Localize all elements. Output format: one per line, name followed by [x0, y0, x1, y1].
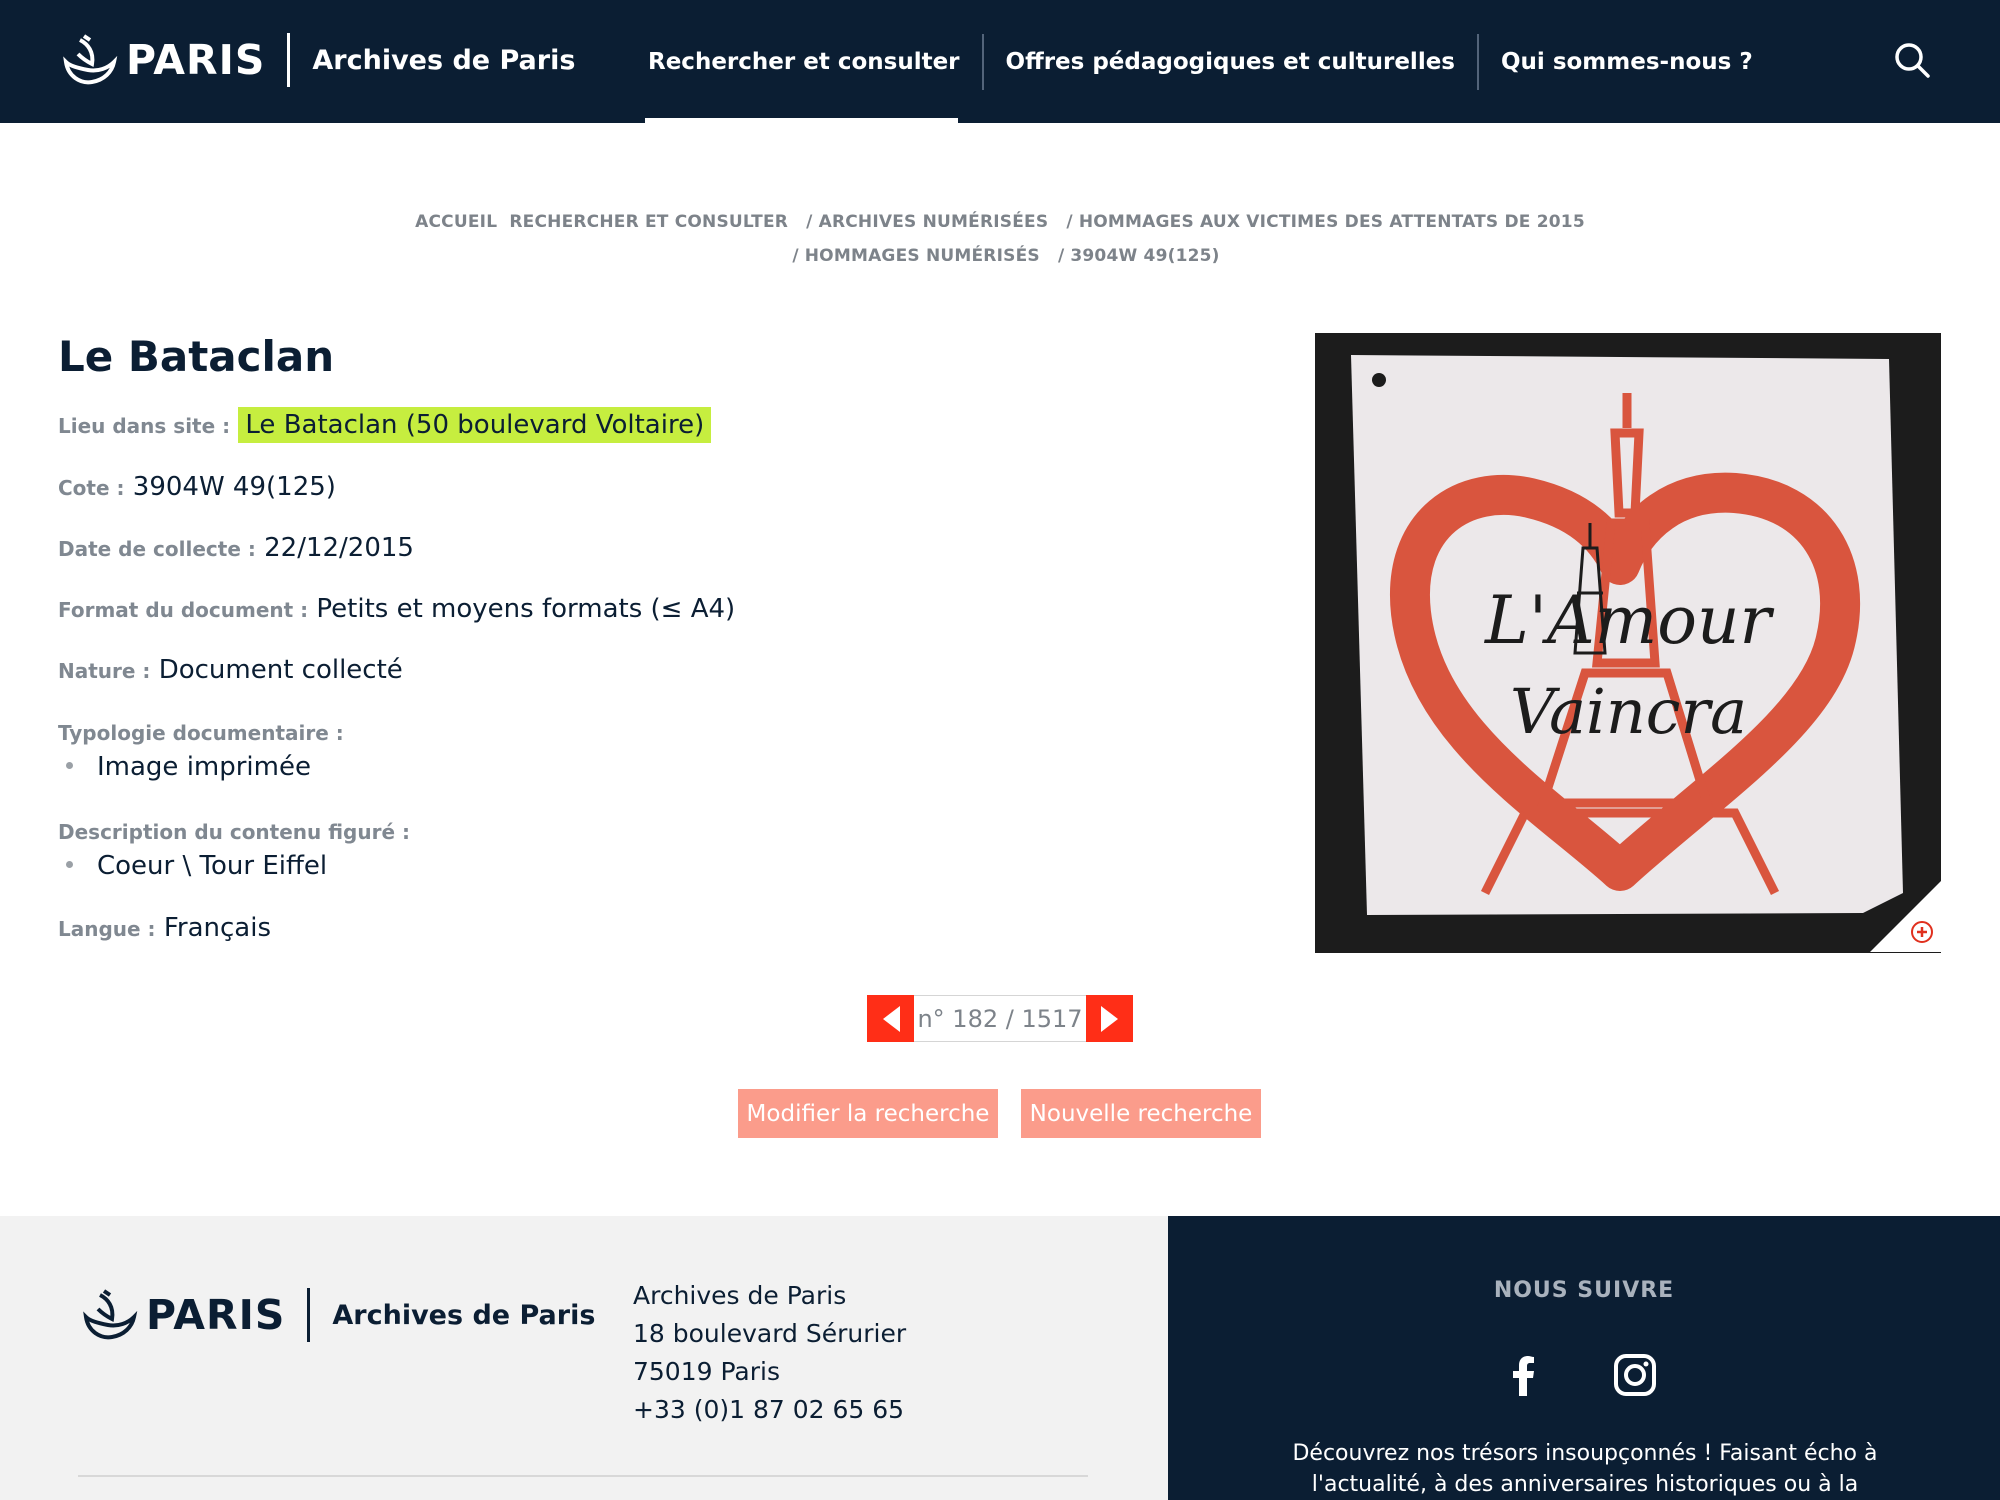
- field-langue-label: Langue :: [58, 917, 156, 941]
- field-date-value: 22/12/2015: [264, 533, 414, 563]
- site-logo[interactable]: PARIS Archives de Paris: [58, 30, 575, 90]
- breadcrumb-separator: /: [1066, 212, 1073, 232]
- facebook-icon[interactable]: [1501, 1352, 1547, 1398]
- footer-divider: [78, 1475, 1088, 1477]
- record-counter: n° 182 / 1517: [914, 995, 1086, 1042]
- field-cote: Cote : 3904W 49(125): [58, 472, 336, 502]
- field-lieu-value[interactable]: Le Bataclan (50 boulevard Voltaire): [238, 407, 712, 443]
- logo-site-name: Archives de Paris: [312, 44, 576, 76]
- breadcrumb-separator: /: [1057, 246, 1065, 266]
- paris-boat-icon: [83, 1289, 138, 1340]
- breadcrumb-hommages-victimes[interactable]: HOMMAGES AUX VICTIMES DES ATTENTATS DE 2…: [1079, 212, 1585, 232]
- zoom-icon[interactable]: [1870, 880, 1942, 952]
- field-lieu: Lieu dans site : Le Bataclan (50 bouleva…: [58, 407, 712, 443]
- nav-item-rechercher[interactable]: Rechercher et consulter: [626, 0, 982, 123]
- nav-item-qui-sommes-nous[interactable]: Qui sommes-nous ?: [1479, 0, 1775, 123]
- breadcrumb-rechercher[interactable]: RECHERCHER ET CONSULTER: [509, 212, 788, 232]
- follow-title: NOUS SUIVRE: [1493, 1278, 1675, 1303]
- breadcrumb-current: 3904W 49(125): [1070, 246, 1220, 266]
- logo-paris-text: PARIS: [126, 36, 266, 84]
- field-format-label: Format du document :: [58, 598, 309, 622]
- field-langue-value: Français: [163, 913, 271, 943]
- field-nature-value: Document collecté: [158, 655, 403, 685]
- modify-search-button[interactable]: Modifier la recherche: [738, 1089, 998, 1138]
- field-format-value: Petits et moyens formats (≤ A4): [316, 594, 736, 624]
- field-nature: Nature : Document collecté: [58, 655, 403, 685]
- typologie-item: Image imprimée: [97, 752, 311, 782]
- address-name: Archives de Paris: [633, 1281, 847, 1310]
- arrow-left-icon: [882, 1005, 900, 1032]
- list-item: Image imprimée: [66, 752, 311, 782]
- main-nav: Rechercher et consulter Offres pédagogiq…: [626, 0, 1775, 123]
- bullet-dot: [66, 861, 73, 868]
- follow-description: Découvrez nos trésors insoupçonnés ! Fai…: [1292, 1441, 1878, 1497]
- arrow-right-icon: [1100, 1005, 1118, 1032]
- previous-record-button[interactable]: [867, 995, 914, 1042]
- paris-boat-icon: [63, 34, 118, 85]
- field-format: Format du document : Petits et moyens fo…: [58, 594, 735, 624]
- handwriting-line-2: Vaincra: [1510, 675, 1747, 748]
- nav-item-offres[interactable]: Offres pédagogiques et culturelles: [984, 0, 1477, 123]
- footer-logo-site-name: Archives de Paris: [332, 1299, 596, 1331]
- breadcrumb: ACCUEIL RECHERCHER ET CONSULTER / ARCHIVE…: [0, 205, 2000, 273]
- footer-logo[interactable]: PARIS Archives de Paris: [78, 1286, 595, 1344]
- breadcrumb-archives-numerisees[interactable]: ARCHIVES NUMÉRISÉES: [819, 212, 1049, 232]
- next-record-button[interactable]: [1086, 995, 1133, 1042]
- breadcrumb-line-1: ACCUEIL RECHERCHER ET CONSULTER / ARCHIVE…: [0, 205, 2000, 239]
- site-header: PARIS Archives de Paris Rechercher et co…: [0, 0, 2000, 123]
- field-langue: Langue : Français: [58, 913, 271, 943]
- field-lieu-label: Lieu dans site :: [58, 414, 231, 438]
- field-description: Description du contenu figuré :: [58, 816, 410, 846]
- address-city: 75019 Paris: [633, 1357, 780, 1386]
- footer-contact: [0, 1216, 1168, 1500]
- footer-address: Archives de Paris 18 boulevard Sérurier …: [633, 1277, 906, 1429]
- field-date-label: Date de collecte :: [58, 537, 256, 561]
- field-date: Date de collecte : 22/12/2015: [58, 533, 414, 563]
- address-phone[interactable]: +33 (0)1 87 02 65 65: [633, 1391, 906, 1429]
- document-image[interactable]: L'Amour Vaincra: [1315, 333, 1941, 953]
- breadcrumb-hommages-numerises[interactable]: HOMMAGES NUMÉRISÉS: [805, 246, 1040, 266]
- field-description-label: Description du contenu figuré :: [58, 820, 411, 844]
- breadcrumb-line-2: / HOMMAGES NUMÉRISÉS /3904W 49(125): [0, 239, 2000, 273]
- breadcrumb-separator: /: [806, 212, 813, 232]
- list-item: Coeur \ Tour Eiffel: [66, 851, 327, 881]
- description-item: Coeur \ Tour Eiffel: [97, 851, 328, 881]
- footer-logo-paris-text: PARIS: [146, 1291, 286, 1339]
- field-typologie-label: Typologie documentaire :: [58, 721, 344, 745]
- breadcrumb-separator: /: [792, 246, 799, 266]
- new-search-button[interactable]: Nouvelle recherche: [1021, 1089, 1261, 1138]
- field-cote-value: 3904W 49(125): [132, 472, 336, 502]
- bullet-dot: [66, 762, 73, 769]
- field-cote-label: Cote :: [58, 476, 125, 500]
- search-icon[interactable]: [1892, 40, 1932, 80]
- page-title: Le Bataclan: [58, 332, 335, 381]
- handwriting-line-1: L'Amour: [1484, 582, 1774, 659]
- footer-logo-divider: [307, 1288, 311, 1342]
- record-pager: n° 182 / 1517: [867, 995, 1133, 1042]
- breadcrumb-accueil[interactable]: ACCUEIL: [415, 212, 497, 232]
- address-street: 18 boulevard Sérurier: [633, 1319, 907, 1348]
- document-illustration: L'Amour Vaincra: [1315, 333, 1941, 953]
- field-typologie: Typologie documentaire :: [58, 717, 344, 747]
- instagram-icon[interactable]: [1612, 1352, 1658, 1398]
- logo-divider: [287, 33, 291, 87]
- field-nature-label: Nature :: [58, 659, 151, 683]
